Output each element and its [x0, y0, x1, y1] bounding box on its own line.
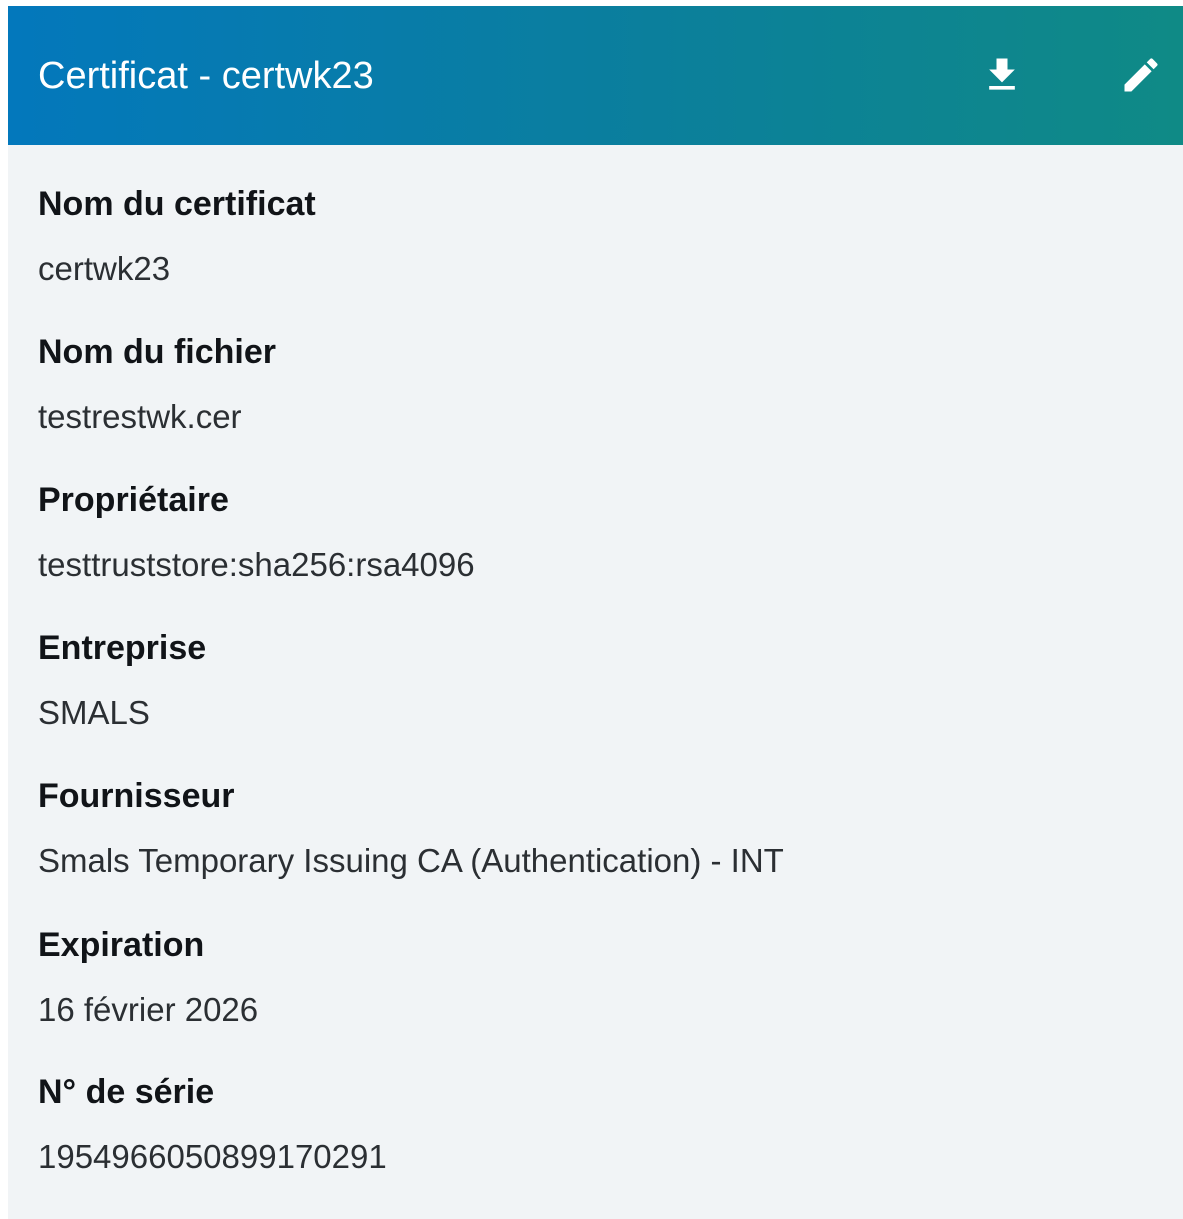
panel-title: Certificat - certwk23 [38, 55, 374, 97]
download-button[interactable] [977, 50, 1027, 100]
field-value-company: SMALS [38, 694, 150, 731]
field-label-serial-number: N° de série [38, 1073, 215, 1111]
field-value-expiration: 16 février 2026 [38, 991, 259, 1028]
field-label-file-name: Nom du fichier [38, 333, 277, 371]
field-value-provider: Smals Temporary Issuing CA (Authenticati… [38, 842, 784, 879]
field-label-owner: Propriétaire [38, 481, 229, 519]
download-icon [989, 58, 1015, 90]
edit-button[interactable] [1116, 50, 1166, 100]
pencil-icon [1124, 58, 1158, 92]
field-label-certificate-name: Nom du certificat [38, 185, 316, 223]
field-value-owner: testtruststore:sha256:rsa4096 [38, 546, 475, 583]
field-label-provider: Fournisseur [38, 777, 235, 815]
field-value-file-name: testrestwk.cer [38, 398, 242, 435]
certificate-detail-panel: Certificat - certwk23 Nom du certificat … [8, 6, 1183, 1219]
panel-header: Certificat - certwk23 [8, 6, 1183, 145]
field-value-certificate-name: certwk23 [38, 250, 171, 287]
field-label-expiration: Expiration [38, 926, 205, 964]
field-value-serial-number: 1954966050899170291 [38, 1138, 387, 1175]
field-label-company: Entreprise [38, 629, 207, 667]
